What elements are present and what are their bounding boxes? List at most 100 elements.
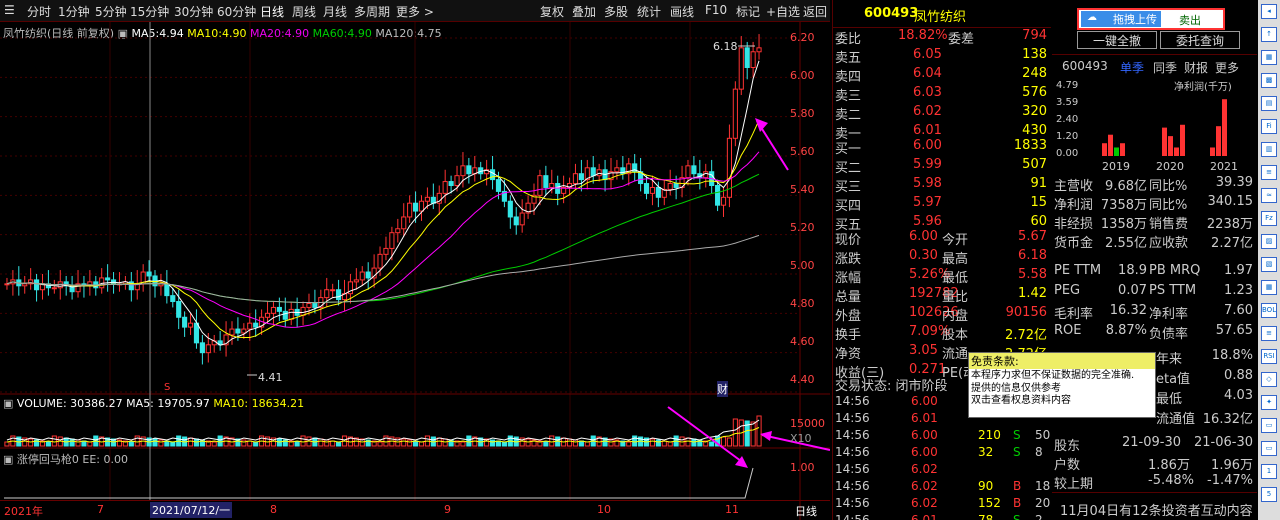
tool-icon[interactable]: ≡: [1261, 165, 1277, 180]
tab-more-fin[interactable]: 更多: [1215, 59, 1239, 76]
tool-icon[interactable]: ≡: [1261, 326, 1277, 341]
tick-row: 14:56 6.00 32 S 8: [833, 445, 1051, 463]
stat-label2: 流通: [942, 347, 969, 362]
fin-value: 18.9: [1118, 263, 1147, 278]
volume-bar: [253, 441, 259, 447]
tool-icon[interactable]: ▦: [1261, 280, 1277, 295]
stock-name: 凤竹纺织: [914, 10, 967, 25]
tool-icon[interactable]: ▭: [1261, 418, 1277, 433]
tool-icon[interactable]: ▤: [1261, 96, 1277, 111]
back-button[interactable]: 返回: [803, 3, 827, 20]
tool-icon[interactable]: 1: [1261, 464, 1277, 479]
tab-more[interactable]: 更多 >: [396, 3, 434, 20]
candle-body: [241, 328, 247, 334]
bid-price: 6.00: [913, 138, 942, 153]
multi-stock-button[interactable]: 多股: [604, 3, 628, 20]
tool-icon[interactable]: ✦: [1261, 395, 1277, 410]
fin-label2: PS TTM: [1149, 283, 1197, 298]
tool-icon[interactable]: Fi: [1261, 119, 1277, 134]
tool-icon[interactable]: ≈: [1261, 188, 1277, 203]
stat-label2: 今开: [942, 233, 969, 248]
trade-state-text: 交易状态: 闭市阶段: [835, 379, 948, 394]
bid-row: 买一 6.00 1833: [833, 138, 1051, 157]
restore-button[interactable]: 复权: [540, 3, 564, 20]
tool-icon[interactable]: 5: [1261, 487, 1277, 502]
fin-label2: 应收款: [1149, 236, 1189, 251]
tab-5min[interactable]: 5分钟: [95, 3, 127, 20]
candle-body: [673, 183, 679, 188]
tab-60min[interactable]: 60分钟: [217, 3, 256, 20]
query-order-button[interactable]: 委托查询: [1160, 31, 1240, 49]
sell-button[interactable]: 卖出: [1179, 12, 1201, 28]
upload-bar[interactable]: 拖拽上传 ☁ 卖出: [1077, 8, 1225, 30]
tool-icon[interactable]: BOL: [1261, 303, 1277, 318]
draw-line-button[interactable]: 画线: [670, 3, 694, 20]
stats-button[interactable]: 统计: [637, 3, 661, 20]
candle-body: [312, 303, 318, 308]
tab-15min[interactable]: 15分钟: [130, 3, 169, 20]
cancel-all-button[interactable]: 一键全撤: [1077, 31, 1157, 49]
tool-icon[interactable]: ▥: [1261, 142, 1277, 157]
tab-weekly[interactable]: 周线: [292, 3, 316, 20]
fin-label: 净利润: [1054, 198, 1094, 213]
s-marker[interactable]: S: [164, 382, 170, 393]
tool-icon[interactable]: Fz: [1261, 211, 1277, 226]
bid-volume: 507: [1022, 157, 1047, 172]
tool-icon[interactable]: ◇: [1261, 372, 1277, 387]
mark-button[interactable]: 标记: [736, 3, 760, 20]
add-favorite-button[interactable]: +自选: [766, 3, 800, 20]
volume-value: VOLUME: 30386.27: [16, 397, 123, 410]
candle-body: [389, 232, 395, 249]
tool-icon[interactable]: ▧: [1261, 257, 1277, 272]
kline-chart[interactable]: [0, 22, 830, 520]
fin-row: 非经损 1358万 销售费 2238万: [1052, 213, 1257, 232]
tool-icon[interactable]: ↑: [1261, 27, 1277, 42]
tool-icon[interactable]: ▨: [1261, 234, 1277, 249]
fin-code: 600493: [1062, 59, 1108, 73]
fin2-label: 年来: [1156, 352, 1183, 367]
disclaimer-popup[interactable]: 免责条款: 本程序力求但不保证数据的完全准确. 提供的信息仅供参考 双击查看权息…: [968, 352, 1156, 418]
stat-row: 现价 6.00 今开 5.67: [833, 229, 1051, 248]
tab-1min[interactable]: 1分钟: [58, 3, 90, 20]
bid-label: 买四: [835, 199, 862, 214]
tool-icon[interactable]: ▭: [1261, 441, 1277, 456]
tab-daily[interactable]: 日线: [260, 3, 284, 20]
volume-bar: [626, 441, 632, 447]
tab-report[interactable]: 财报: [1184, 59, 1208, 76]
ask-price: 6.04: [913, 66, 942, 81]
holders-date2: 21-06-30: [1193, 435, 1253, 450]
tab-30min[interactable]: 30分钟: [174, 3, 213, 20]
weicha-value: 794: [1022, 28, 1047, 43]
low-label: 4.41: [258, 371, 283, 384]
tick-time: 14:56: [835, 428, 870, 442]
ma5-line: [6, 60, 760, 346]
tab-monthly[interactable]: 月线: [323, 3, 347, 20]
interaction-note[interactable]: 11月04日有12条投资者互动内容: [1060, 500, 1253, 519]
tab-quarter[interactable]: 单季: [1120, 59, 1144, 76]
stat-label2: 内盘: [942, 309, 969, 324]
tool-icon[interactable]: ◂: [1261, 4, 1277, 19]
tab-fenshi[interactable]: 分时: [27, 3, 51, 20]
weibi-value: 18.82%: [898, 28, 948, 43]
fin-label2: PB MRQ: [1149, 263, 1201, 278]
stat-label: 涨跌: [835, 252, 862, 267]
ind-expand-icon[interactable]: ▣: [3, 453, 13, 466]
tool-icon[interactable]: ▩: [1261, 73, 1277, 88]
fin-year-label: 2019: [1102, 160, 1130, 173]
fin-label2: 净利率: [1149, 307, 1189, 322]
tab-multi[interactable]: 多周期: [354, 3, 390, 20]
cai-marker[interactable]: 财: [717, 381, 728, 397]
tool-icon[interactable]: ▦: [1261, 50, 1277, 65]
fin-value: 16.32: [1109, 303, 1147, 318]
tick-flag: B: [1013, 479, 1022, 493]
volume-bar: [241, 439, 247, 447]
stat-label: 总量: [835, 290, 862, 305]
menu-icon[interactable]: ☰: [4, 3, 15, 17]
tool-icon[interactable]: RSI: [1261, 349, 1277, 364]
overlay-button[interactable]: 叠加: [572, 3, 596, 20]
tab-same-quarter[interactable]: 同季: [1153, 59, 1177, 76]
f10-button[interactable]: F10: [705, 3, 727, 17]
tick-price: 6.00: [911, 445, 938, 459]
vol-expand-icon[interactable]: ▣: [3, 397, 13, 410]
fin2-value: 4.03: [1224, 388, 1253, 403]
